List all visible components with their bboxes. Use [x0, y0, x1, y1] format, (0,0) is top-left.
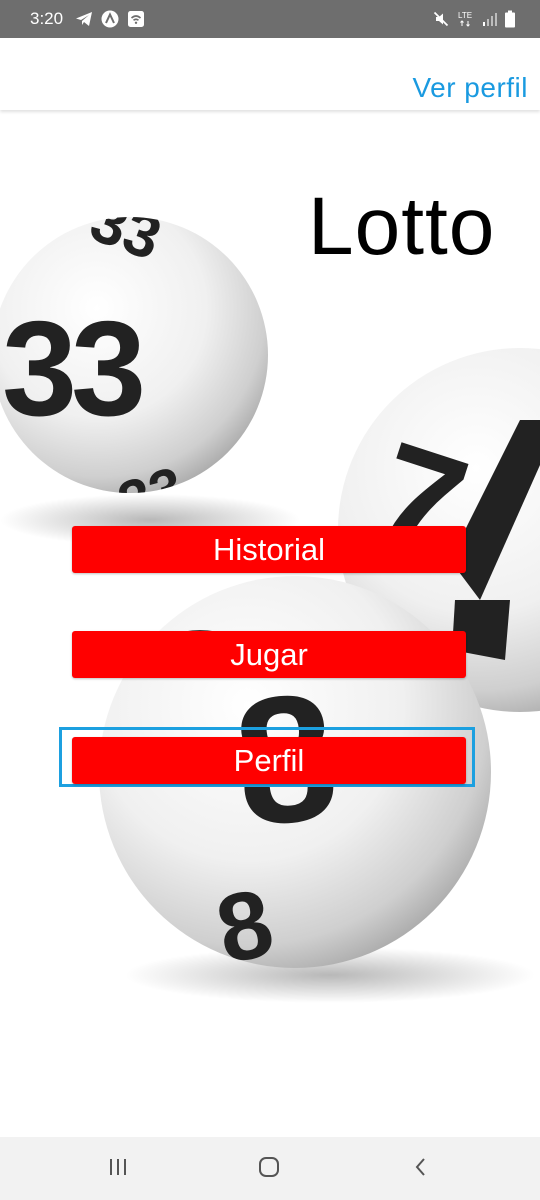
page-title: Lotto [308, 181, 496, 272]
ball-33-front-number: 33 [2, 293, 142, 444]
lte-label: LTE [458, 11, 472, 20]
battery-icon [504, 10, 516, 28]
navigation-bar [0, 1137, 540, 1200]
home-icon [257, 1155, 281, 1184]
historial-button[interactable]: Historial [72, 526, 466, 573]
recents-button[interactable] [98, 1155, 138, 1183]
app-a-icon [101, 10, 119, 28]
wifi-box-icon [127, 10, 145, 28]
lotto-screen: 3:20 LTE Ver perfil 7 33 33 8 Lotto Hist… [0, 0, 540, 1200]
perfil-button[interactable]: Perfil [72, 737, 466, 784]
jugar-button[interactable]: Jugar [72, 631, 466, 678]
lte-icon: LTE [456, 10, 476, 28]
status-bar: 3:20 LTE [0, 0, 540, 38]
back-icon [411, 1156, 431, 1183]
mute-icon [432, 10, 450, 28]
status-system-icons: LTE [432, 10, 516, 28]
status-time: 3:20 [30, 9, 64, 28]
app-bar: Ver perfil [0, 38, 540, 110]
status-notification-icons [75, 10, 145, 28]
signal-icon [482, 11, 498, 27]
telegram-icon [75, 11, 93, 27]
home-button[interactable] [249, 1155, 289, 1183]
back-button[interactable] [401, 1155, 441, 1183]
ball-33: 33 33 33 [0, 217, 268, 493]
recents-icon [107, 1157, 129, 1182]
ver-perfil-link[interactable]: Ver perfil [413, 72, 529, 104]
